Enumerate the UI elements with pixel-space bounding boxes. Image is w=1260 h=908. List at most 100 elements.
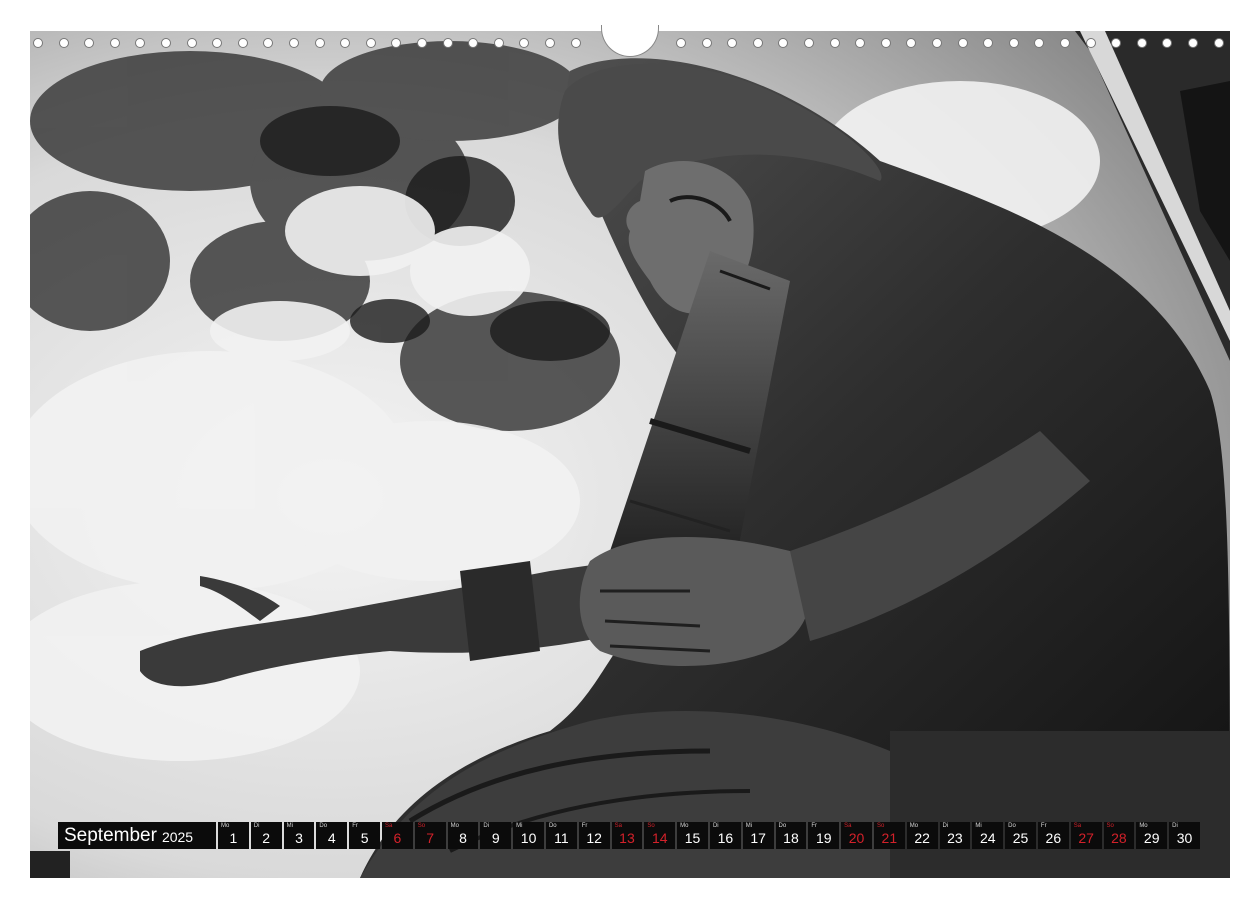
- day-number: 15: [684, 830, 701, 846]
- day-cell: Sa 6: [381, 822, 413, 849]
- binding-hole: [702, 38, 712, 48]
- day-cell: Mo 8: [447, 822, 479, 849]
- day-cell: Mo 1: [218, 822, 249, 849]
- binding-hole: [571, 38, 581, 48]
- day-cell: Sa 20: [841, 822, 872, 849]
- weekday-label: Mi: [516, 823, 523, 829]
- binding-hole: [1086, 38, 1096, 48]
- day-number: 25: [1012, 830, 1029, 846]
- weekday-label: Sa: [844, 823, 852, 829]
- binding-hole: [391, 38, 401, 48]
- day-number: 9: [491, 830, 500, 846]
- day-cell: Do 4: [316, 822, 348, 849]
- weekday-label: Do: [1008, 823, 1016, 829]
- weekday-label: Fr: [811, 823, 818, 829]
- day-number: 24: [979, 830, 996, 846]
- binding-hole: [881, 38, 891, 48]
- weekday-label: Fr: [1040, 823, 1047, 829]
- day-number: 21: [881, 830, 898, 846]
- day-cell: Mi 3: [283, 822, 315, 849]
- binding-hole: [59, 38, 69, 48]
- day-cell: So 28: [1103, 822, 1135, 849]
- day-cell: Do 25: [1005, 822, 1036, 849]
- weekday-label: Sa: [614, 823, 622, 829]
- binding-hole: [1137, 38, 1147, 48]
- weekday-label: Do: [319, 823, 328, 829]
- day-number: 13: [619, 830, 635, 846]
- binding-hole: [727, 38, 737, 48]
- day-cell: Sa 27: [1070, 822, 1102, 849]
- binding-hole: [366, 38, 376, 48]
- day-number: 19: [815, 830, 832, 846]
- binding-hole: [1188, 38, 1198, 48]
- weekday-label: Fr: [352, 823, 358, 829]
- day-cell: Di 30: [1169, 822, 1200, 849]
- weekday-label: Mo: [909, 823, 919, 829]
- day-number: 28: [1111, 830, 1127, 846]
- weekday-label: Di: [942, 823, 949, 829]
- weekday-label: Mo: [680, 823, 689, 829]
- day-cell: Fr 19: [808, 822, 840, 849]
- binding-hole: [238, 38, 248, 48]
- binding-hole: [1034, 38, 1044, 48]
- day-number: 3: [295, 830, 303, 846]
- binding-hole: [1060, 38, 1070, 48]
- day-cell: Mo 15: [677, 822, 708, 849]
- day-cell: Di 2: [250, 822, 282, 849]
- binding-hole: [778, 38, 788, 48]
- day-cell: So 21: [873, 822, 905, 849]
- day-cell: So 14: [644, 822, 676, 849]
- month-name: September: [64, 824, 157, 846]
- binding-hole: [161, 38, 171, 48]
- binding-hole: [443, 38, 453, 48]
- binding-hole: [289, 38, 299, 48]
- weekday-label: Mi: [286, 823, 293, 829]
- binding-hole: [855, 38, 865, 48]
- weekday-label: Mo: [221, 823, 230, 829]
- weekday-label: Di: [253, 823, 260, 829]
- weekday-label: Mi: [975, 823, 982, 829]
- day-cell: Do 18: [775, 822, 807, 849]
- binding-hole: [545, 38, 555, 48]
- day-number: 23: [947, 830, 963, 846]
- binding-hole: [676, 38, 686, 48]
- binding-hole: [958, 38, 968, 48]
- day-cell: So 7: [414, 822, 446, 849]
- day-cell: Di 23: [939, 822, 971, 849]
- day-number: 7: [426, 830, 435, 846]
- binding-hole: [263, 38, 273, 48]
- day-cell: Do 11: [545, 822, 577, 849]
- binding-hole: [804, 38, 814, 48]
- binding-hole: [1111, 38, 1121, 48]
- weekday-label: Fr: [581, 823, 588, 829]
- binding-hole: [753, 38, 763, 48]
- day-number: 8: [459, 830, 467, 846]
- day-cell: Fr 26: [1037, 822, 1069, 849]
- day-cell: Sa 13: [611, 822, 643, 849]
- day-cell: Mo 22: [906, 822, 938, 849]
- weekday-label: So: [1106, 823, 1114, 829]
- day-number: 10: [520, 830, 537, 846]
- binding-hole: [110, 38, 120, 48]
- day-number: 22: [914, 830, 930, 846]
- binding-hole: [983, 38, 993, 48]
- day-number: 20: [848, 830, 865, 846]
- day-number: 1: [229, 830, 238, 846]
- day-number: 14: [651, 830, 668, 846]
- binding-hole: [212, 38, 222, 48]
- binding-hole: [906, 38, 916, 48]
- weekday-label: Sa: [384, 823, 393, 829]
- day-cell: Fr 12: [578, 822, 610, 849]
- day-number: 6: [393, 830, 402, 846]
- binding-hole: [135, 38, 145, 48]
- binding-hole: [1009, 38, 1019, 48]
- binding-hole: [932, 38, 942, 48]
- binding-hole: [1162, 38, 1172, 48]
- day-cell: Mi 10: [513, 822, 544, 849]
- day-number: 29: [1143, 830, 1160, 846]
- day-cell: Di 9: [480, 822, 512, 849]
- day-number: 30: [1176, 830, 1193, 846]
- weekday-label: So: [417, 823, 426, 829]
- weekday-label: Sa: [1073, 823, 1082, 829]
- day-number: 12: [586, 830, 602, 846]
